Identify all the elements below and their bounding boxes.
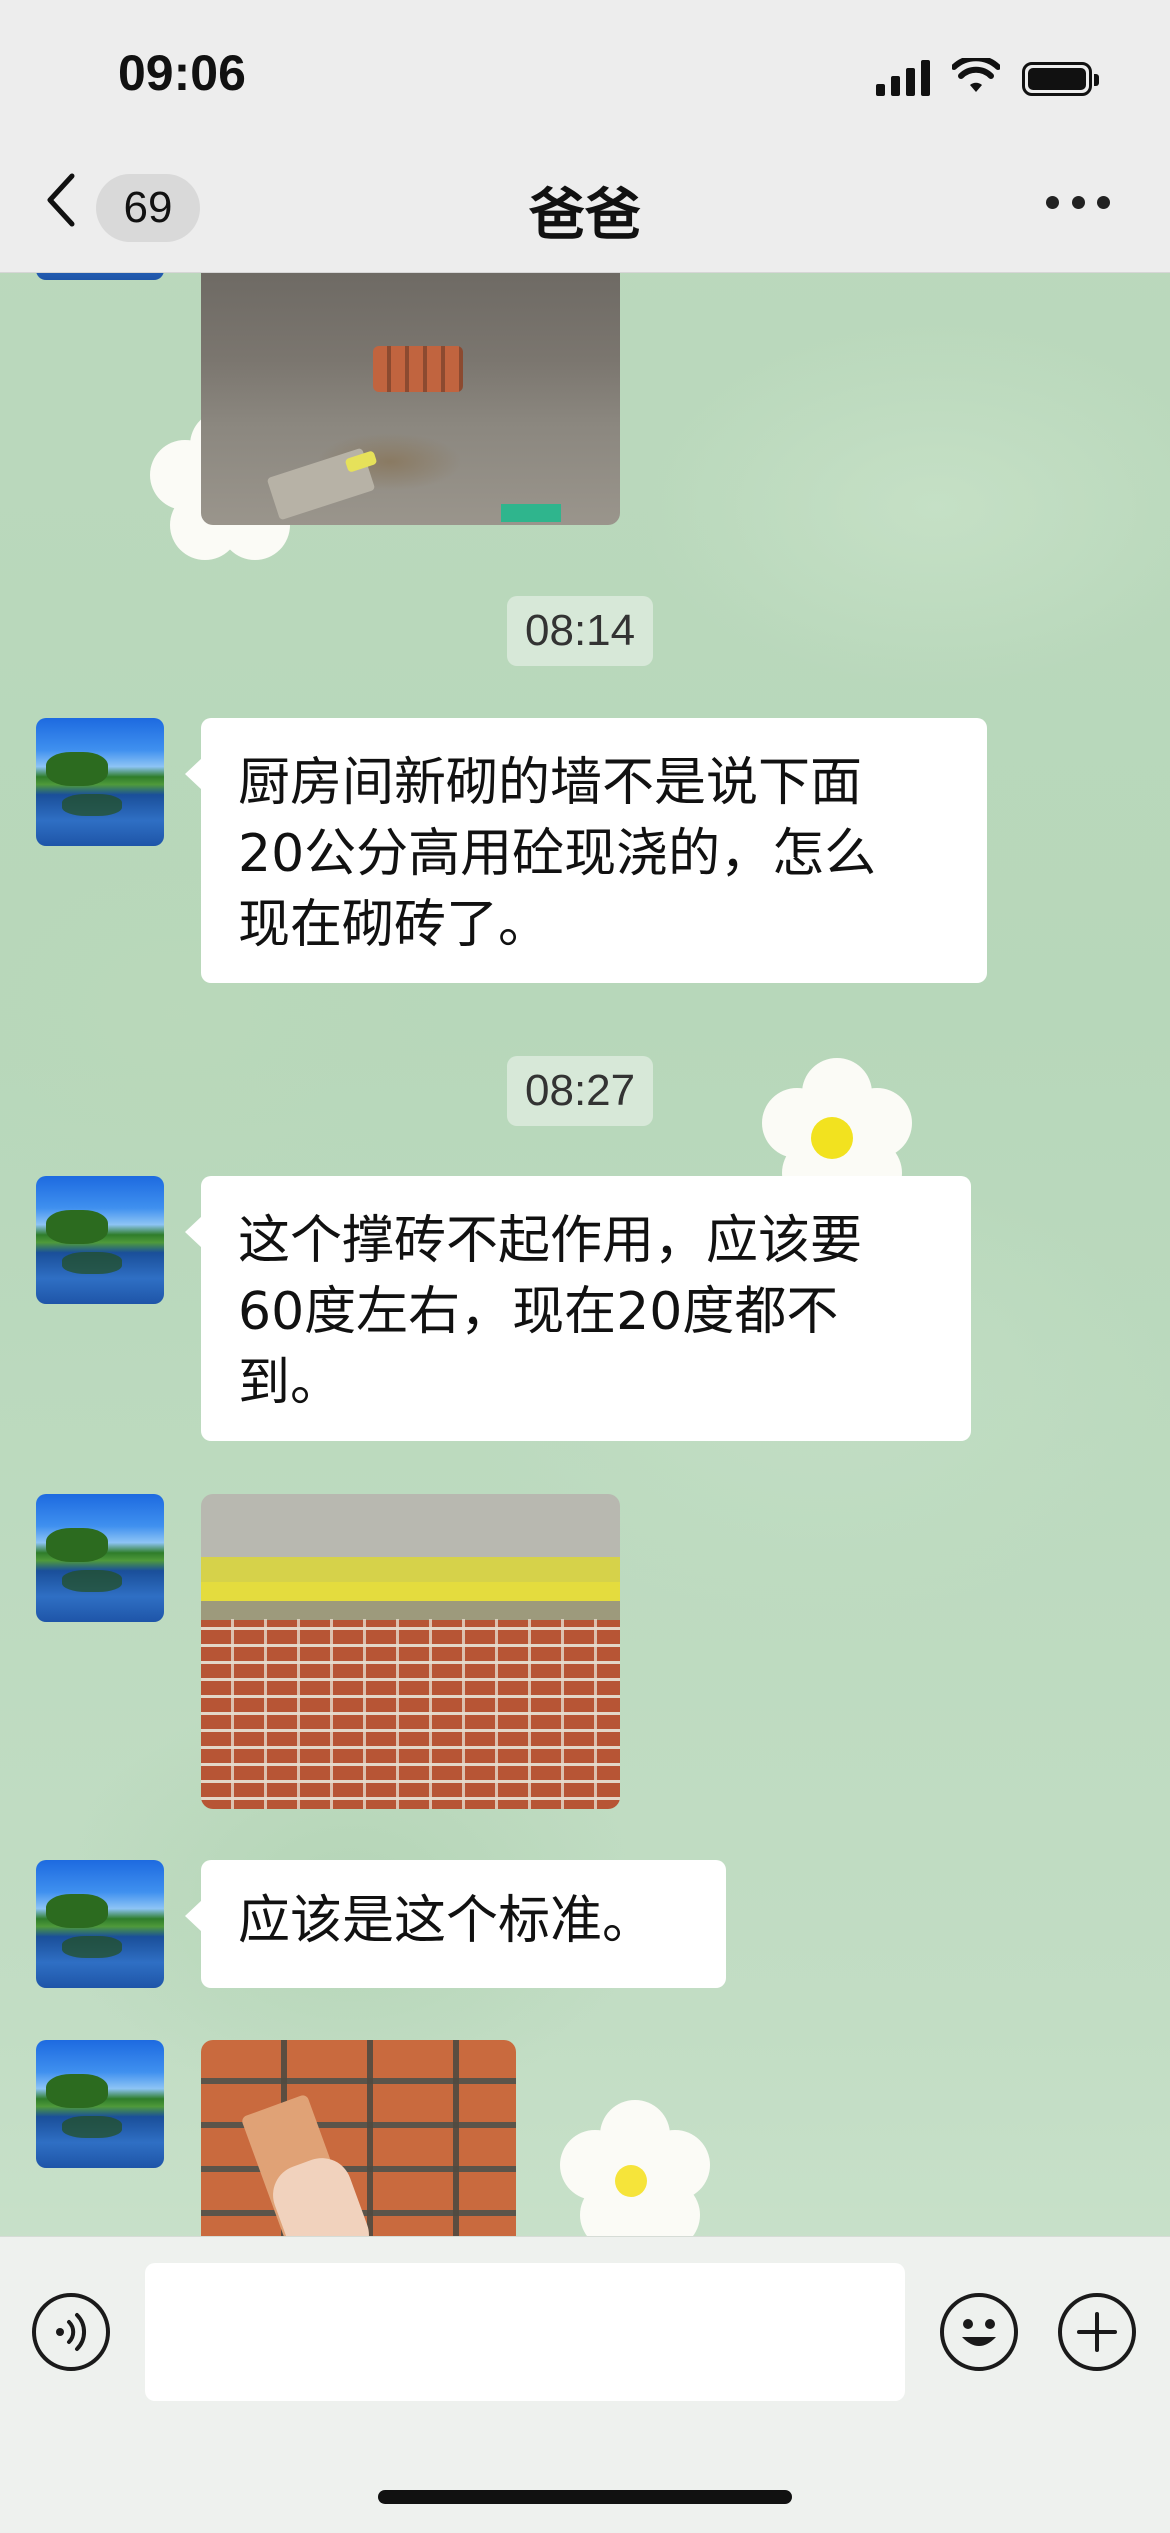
message-input[interactable] xyxy=(145,2263,905,2401)
battery-icon xyxy=(1022,62,1099,96)
plus-icon[interactable] xyxy=(1058,2293,1136,2371)
home-indicator[interactable] xyxy=(378,2490,792,2504)
text-message[interactable]: 这个撑砖不起作用，应该要 60度左右，现在20度都不 到。 xyxy=(185,1176,971,1441)
image-message[interactable] xyxy=(201,1494,620,1809)
emoji-icon[interactable] xyxy=(940,2293,1018,2371)
voice-icon[interactable] xyxy=(32,2293,110,2371)
nav-header: 09:06 69 爸爸 xyxy=(0,0,1170,273)
avatar[interactable] xyxy=(36,2040,164,2168)
text-message[interactable]: 厨房间新砌的墙不是说下面 20公分高用砼现浇的，怎么 现在砌砖了。 xyxy=(185,718,987,983)
signal-icon xyxy=(876,60,930,96)
timestamp: 08:27 xyxy=(507,1056,654,1126)
input-toolbar xyxy=(0,2236,1170,2533)
timestamp: 08:14 xyxy=(507,596,654,666)
text-message[interactable]: 应该是这个标准。 xyxy=(185,1860,726,1988)
image-message[interactable] xyxy=(201,272,620,525)
status-time: 09:06 xyxy=(118,45,246,101)
avatar[interactable] xyxy=(36,1860,164,1988)
chat-title: 爸爸 xyxy=(529,183,641,248)
avatar[interactable] xyxy=(36,1176,164,1304)
avatar[interactable] xyxy=(36,1494,164,1622)
status-icons xyxy=(876,56,1099,96)
more-icon[interactable] xyxy=(1046,196,1110,212)
image-message[interactable] xyxy=(201,2040,516,2236)
wifi-icon xyxy=(952,58,1000,92)
avatar[interactable] xyxy=(36,718,164,846)
